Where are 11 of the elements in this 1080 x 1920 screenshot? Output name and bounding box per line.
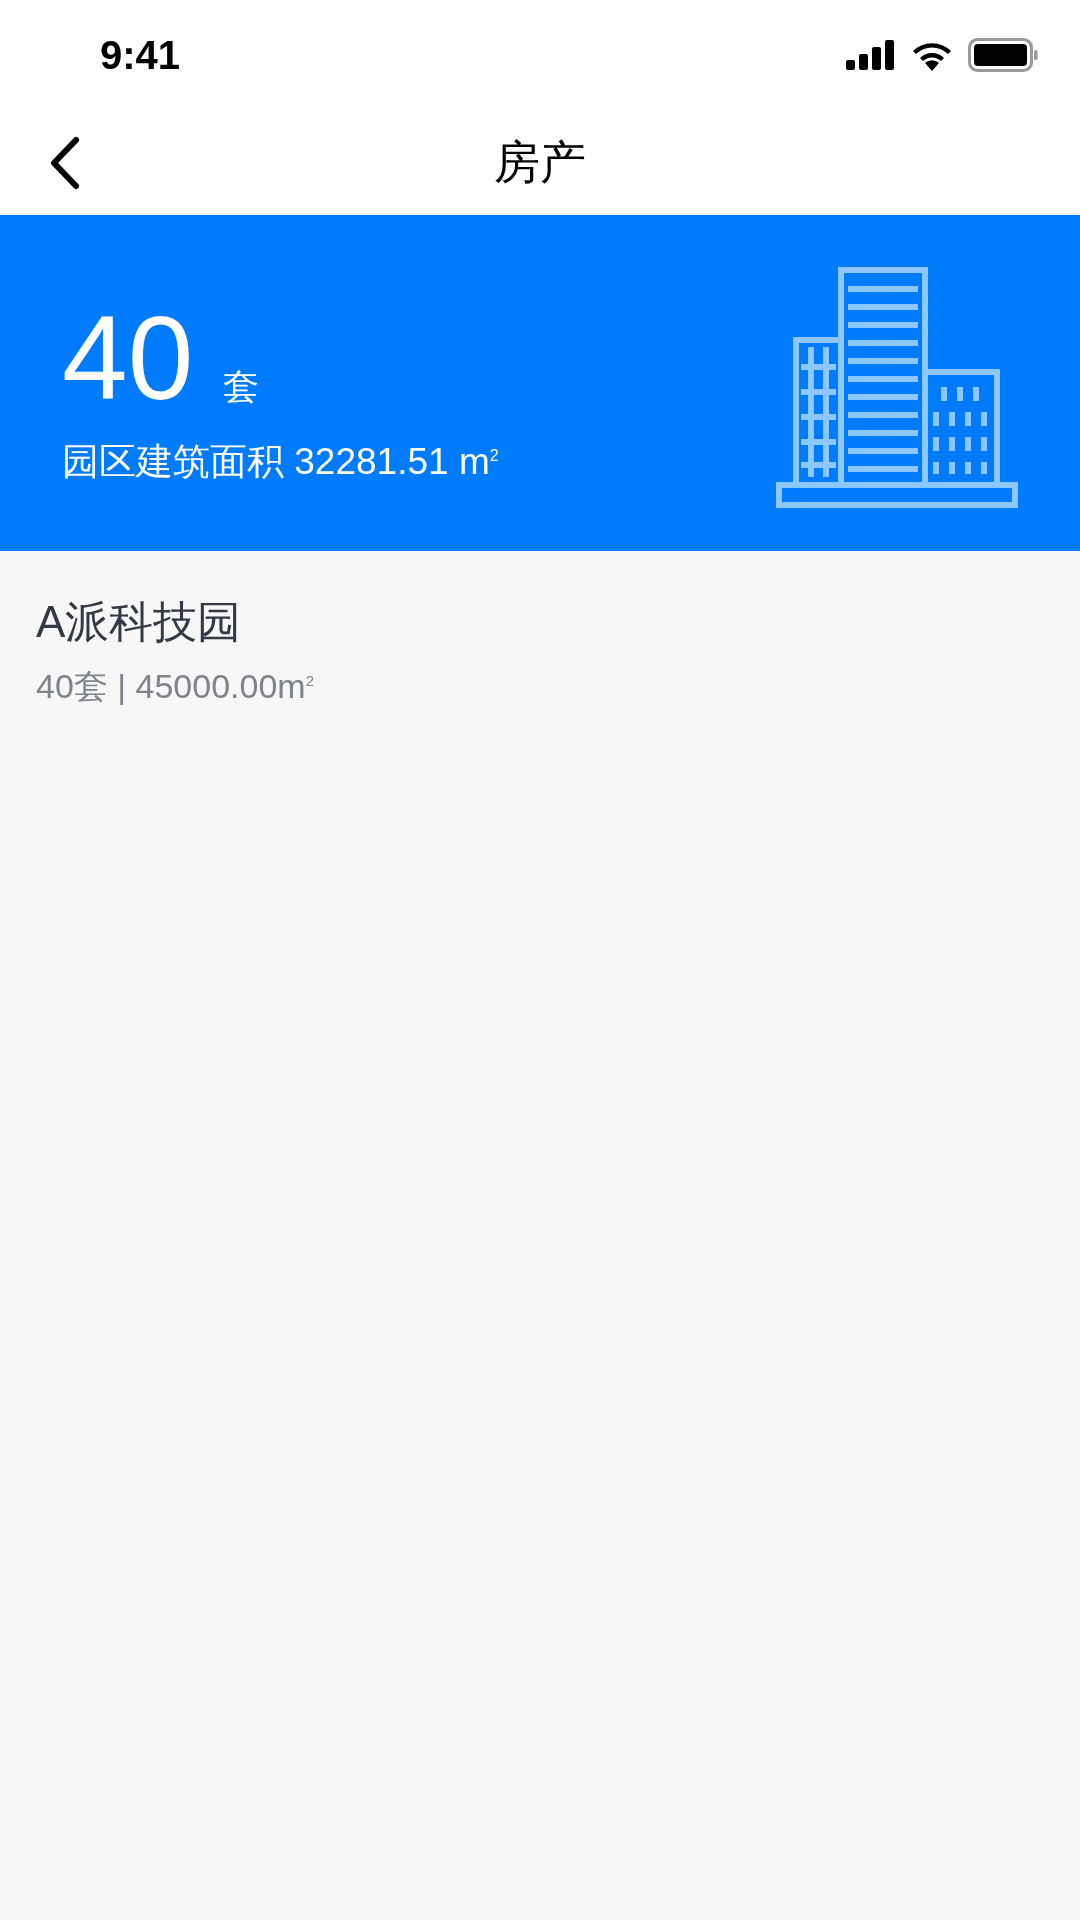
building-area: 园区建筑面积 32281.51 m$^{2}$: [62, 437, 499, 487]
page-title: 房产: [494, 134, 586, 190]
count-unit: 套: [223, 365, 260, 409]
park-name: A派科技园: [36, 596, 243, 648]
status-time: 9:41: [100, 32, 181, 78]
park-list-item[interactable]: A派科技园 40套 | 45000.00m$^{2}$: [0, 551, 1080, 730]
property-count: 40: [62, 299, 194, 417]
signal-icon: [846, 40, 896, 70]
park-detail: 40套 | 45000.00m$^{2}$: [36, 666, 316, 707]
battery-icon: [968, 38, 1038, 72]
buildings-icon: [776, 267, 1018, 509]
